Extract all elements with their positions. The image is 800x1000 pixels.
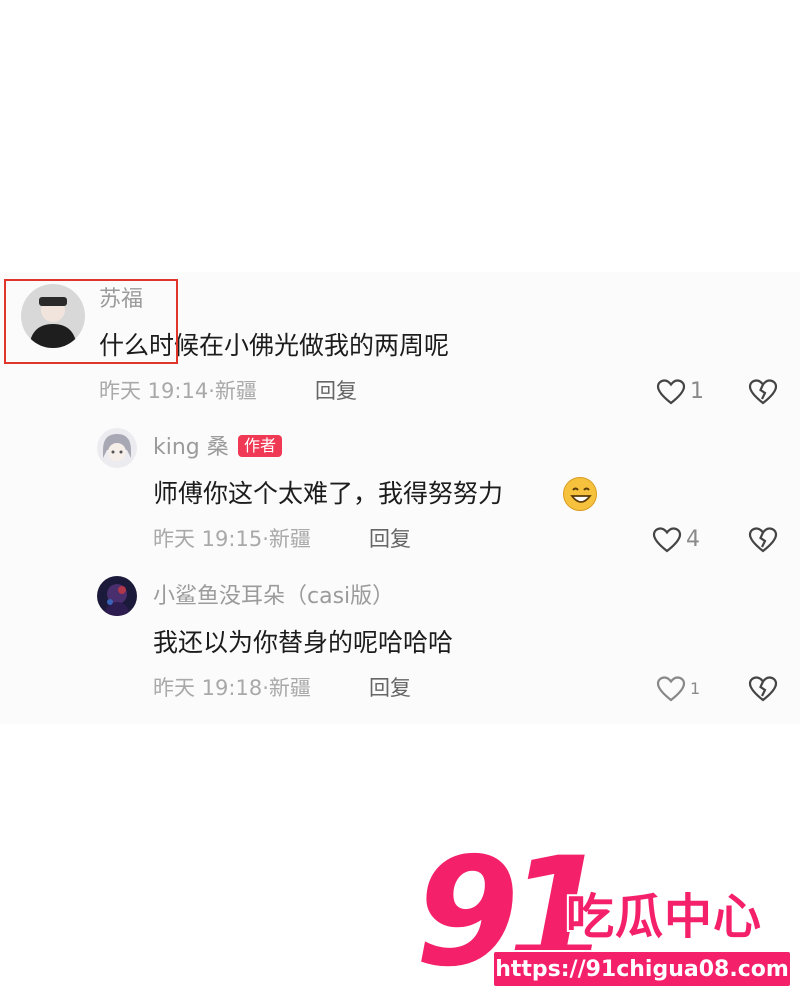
comment-1-time: 昨天 19:14·新疆 [99, 379, 257, 403]
watermark-url[interactable]: https://91chigua08.com [492, 950, 792, 988]
heart-outline-icon [656, 379, 686, 405]
comment-3-like-button[interactable]: 1 [656, 675, 700, 703]
comment-3-username[interactable]: 小鲨鱼没耳朵（casi版） [153, 586, 394, 608]
comment-3-location: 新疆 [268, 676, 311, 700]
grinning-emoji-icon [563, 477, 597, 511]
broken-heart-icon [748, 527, 778, 553]
comment-2-dislike-button[interactable] [748, 526, 778, 558]
comment-3-time: 昨天 19:18·新疆 [153, 676, 311, 700]
comment-1-dislike-button[interactable] [748, 378, 778, 410]
comment-2-like-button[interactable]: 4 [652, 526, 700, 554]
comment-3-dislike-button[interactable] [748, 675, 778, 707]
comment-2-text: 师傅你这个太难了，我得努努力 [153, 479, 504, 508]
comment-1-reply-button[interactable]: 回复 [315, 381, 357, 402]
comment-1-location: 新疆 [214, 379, 257, 403]
author-badge: 作者 [238, 435, 283, 457]
comment-2-time: 昨天 19:15·新疆 [153, 527, 311, 551]
heart-outline-icon [656, 676, 686, 702]
avatar-comment-3[interactable] [97, 576, 137, 616]
comment-3-text: 我还以为你替身的呢哈哈哈 [153, 628, 454, 657]
comment-3-reply-button[interactable]: 回复 [369, 678, 411, 699]
broken-heart-icon [748, 379, 778, 405]
comment-2-timestamp: 昨天 19:15 [153, 527, 263, 551]
comment-2-like-count: 4 [686, 527, 700, 552]
highlight-box [4, 279, 178, 364]
comment-3-like-count: 1 [690, 679, 701, 698]
broken-heart-icon [748, 676, 778, 702]
comment-2-username[interactable]: king 桑 [153, 437, 229, 459]
comment-1-timestamp: 昨天 19:14 [99, 379, 209, 403]
comment-1-like-button[interactable]: 1 [656, 378, 704, 406]
comment-1-like-count: 1 [690, 379, 704, 404]
watermark-title: 吃瓜中心 [564, 889, 763, 945]
heart-outline-icon [652, 527, 682, 553]
comment-2-location: 新疆 [268, 527, 311, 551]
avatar-comment-2[interactable] [97, 428, 137, 468]
comment-2-reply-button[interactable]: 回复 [369, 529, 411, 550]
comment-3-timestamp: 昨天 19:18 [153, 676, 263, 700]
